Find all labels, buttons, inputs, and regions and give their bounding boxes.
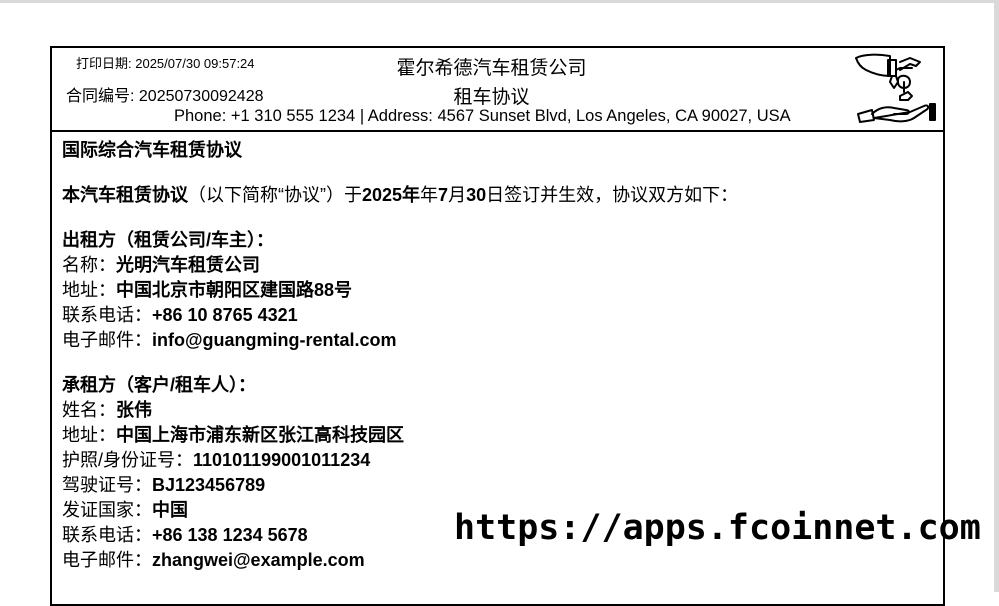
lessee-license: 驾驶证号：BJ123456789 (62, 473, 932, 498)
field-label: 发证国家： (62, 500, 152, 520)
field-value: BJ123456789 (152, 475, 266, 495)
document-title: 租车协议 (453, 87, 530, 108)
viewer-scrollbar-track[interactable] (994, 0, 999, 592)
phone-value: +1 310 555 1234 (230, 107, 356, 125)
lessor-name: 名称：光明汽车租赁公司 (62, 253, 932, 278)
watermark-url: https://apps.fcoinnet.com (454, 508, 981, 548)
field-value: 光明汽车租赁公司 (116, 255, 260, 275)
intro-month-prefix: 年 (420, 185, 439, 205)
field-value: zhangwei@example.com (152, 550, 365, 570)
car-key-hand-icon (855, 53, 936, 123)
intro-year: 2025年 (362, 185, 421, 205)
field-value: info@guangming-rental.com (152, 330, 397, 350)
field-value: 张伟 (116, 400, 152, 420)
intro-month-suffix: 月 (448, 185, 467, 205)
lessor-phone: 联系电话：+86 10 8765 4321 (62, 303, 932, 328)
field-label: 驾驶证号： (62, 475, 152, 495)
company-contact: Phone: +1 310 555 1234 | Address: 4567 S… (174, 107, 791, 126)
agreement-heading: 国际综合汽车租赁协议 (62, 138, 932, 163)
intro-end: 日签订并生效，协议双方如下： (486, 185, 739, 205)
address-label: Address: (367, 107, 438, 125)
field-label: 电子邮件： (62, 550, 152, 570)
lessee-address: 地址：中国上海市浦东新区张江高科技园区 (62, 423, 932, 448)
address-value: 4567 Sunset Blvd, Los Angeles, CA 90027,… (437, 107, 791, 125)
lessee-heading-text: 承租方（客户/租车人）： (62, 375, 256, 395)
lessor-address: 地址：中国北京市朝阳区建国路88号 (62, 278, 932, 303)
field-label: 联系电话： (62, 305, 152, 325)
company-name: 霍尔希德汽车租赁公司 (396, 58, 587, 79)
lessee-name: 姓名：张伟 (62, 398, 932, 423)
lessee-email: 电子邮件：zhangwei@example.com (62, 548, 932, 573)
field-label: 地址： (62, 280, 116, 300)
field-value: 110101199001011234 (193, 450, 371, 470)
contact-separator: | (355, 107, 368, 125)
field-label: 护照/身份证号： (62, 450, 194, 470)
field-label: 电子邮件： (62, 330, 152, 350)
phone-label: Phone: (174, 107, 231, 125)
lessee-heading: 承租方（客户/租车人）： (62, 373, 932, 398)
field-label: 联系电话： (62, 525, 152, 545)
field-value: 中国上海市浦东新区张江高科技园区 (116, 425, 404, 445)
field-value: +86 138 1234 5678 (152, 525, 308, 545)
document-header: 打印日期: 2025/07/30 09:57:24 合同编号: 20250730… (52, 48, 943, 132)
viewer-top-edge (0, 0, 999, 3)
lessor-email: 电子邮件：info@guangming-rental.com (62, 328, 932, 353)
lessee-id: 护照/身份证号：110101199001011234 (62, 448, 932, 473)
field-label: 姓名： (62, 400, 116, 420)
field-label: 地址： (62, 425, 116, 445)
field-value: 中国北京市朝阳区建国路88号 (116, 280, 353, 300)
field-value: +86 10 8765 4321 (152, 305, 298, 325)
agreement-intro: 本汽车租赁协议（以下简称“协议”）于2025年年7月30日签订并生效，协议双方如… (62, 183, 932, 208)
intro-month: 7 (438, 185, 449, 205)
intro-bold: 本汽车租赁协议 (62, 185, 188, 205)
intro-text: （以下简称“协议”）于 (188, 185, 362, 205)
lessor-heading: 出租方（租赁公司/车主）： (62, 228, 932, 253)
field-value: 中国 (152, 500, 188, 520)
agreement-heading-text: 国际综合汽车租赁协议 (62, 140, 242, 160)
intro-day: 30 (466, 185, 487, 205)
field-label: 名称： (62, 255, 116, 275)
lessor-heading-text: 出租方（租赁公司/车主）： (62, 230, 274, 250)
